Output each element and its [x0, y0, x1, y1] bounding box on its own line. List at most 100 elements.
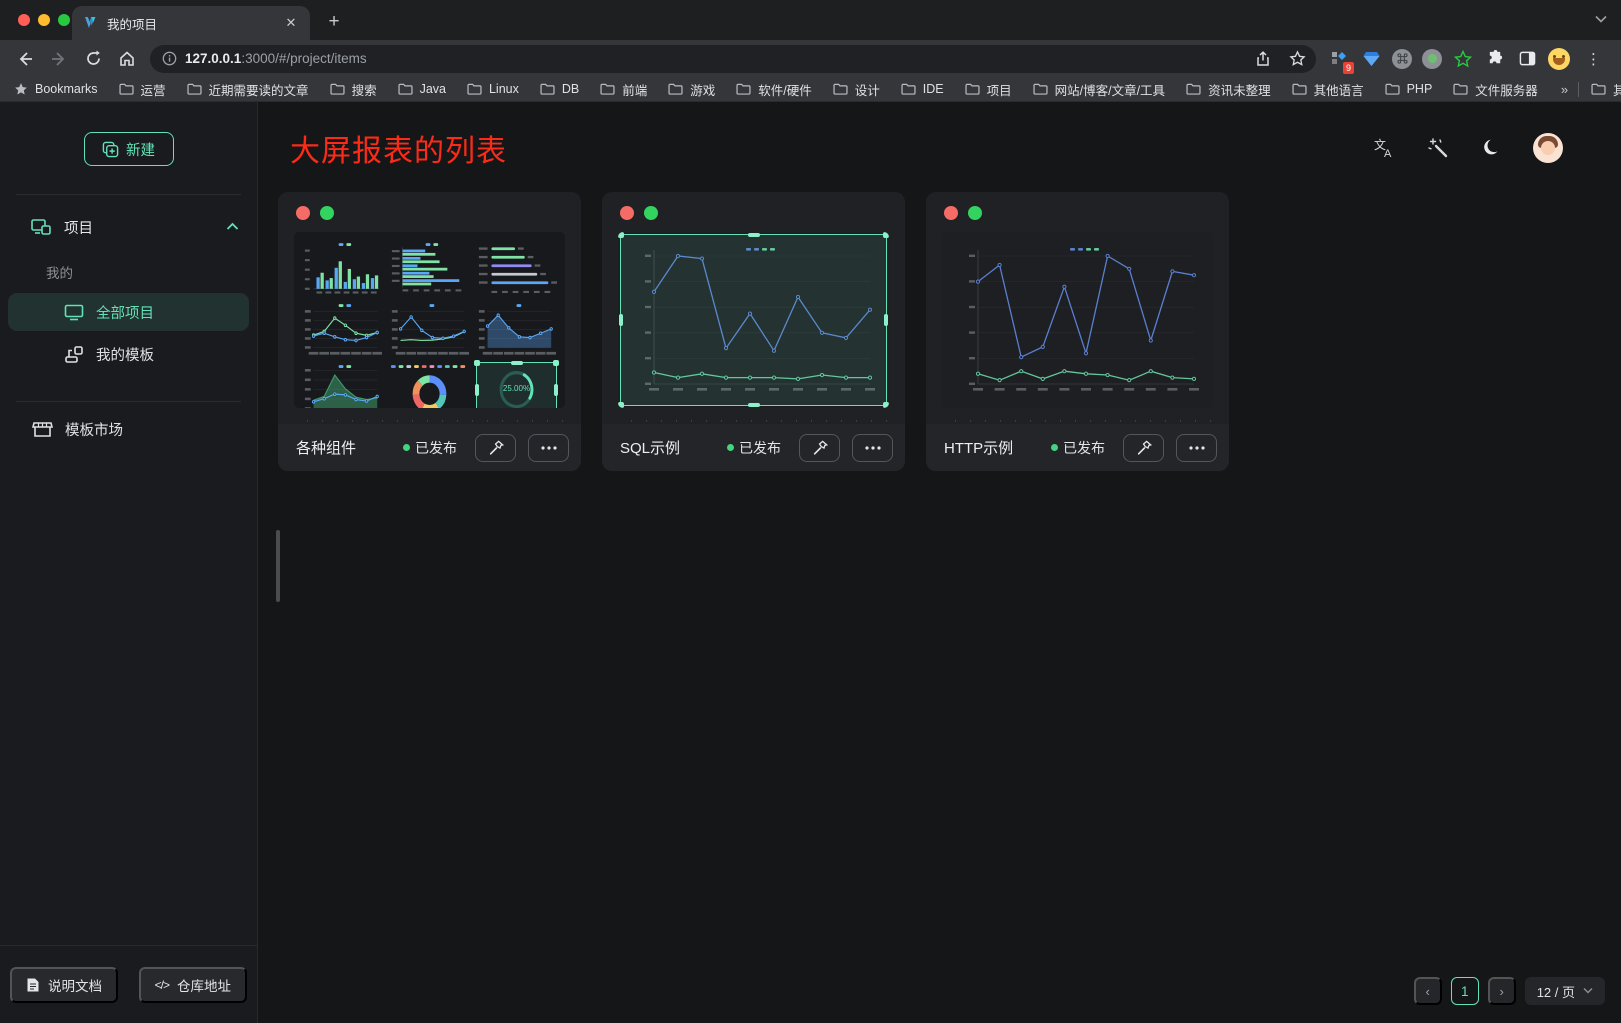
share-icon[interactable]: [1250, 46, 1276, 72]
template-icon: [64, 345, 84, 364]
bookmark-folder-item[interactable]: DB: [540, 82, 579, 96]
selection-box: [476, 362, 557, 408]
window-close-button[interactable]: [18, 14, 30, 26]
dark-mode-moon-icon[interactable]: [1479, 135, 1505, 161]
extension-gem-icon[interactable]: [1360, 48, 1382, 70]
page-size-select[interactable]: 12 / 页: [1525, 977, 1605, 1005]
window-zoom-button[interactable]: [58, 14, 70, 26]
address-bar[interactable]: 127.0.0.1:3000/#/project/items: [150, 45, 1316, 73]
scrollbar-thumb[interactable]: [276, 530, 280, 602]
edit-button[interactable]: [475, 434, 516, 462]
bookmark-label: Java: [420, 82, 446, 96]
chevron-up-icon[interactable]: [226, 219, 239, 235]
project-card[interactable]: SQL示例 已发布: [602, 192, 905, 471]
bookmark-folder-item[interactable]: 文件服务器: [1453, 80, 1538, 99]
sidebar-divider: [16, 194, 241, 195]
bookmark-folder-item[interactable]: 设计: [833, 80, 880, 99]
card-footer: 各种组件 已发布: [278, 424, 581, 471]
red-dot-icon: [944, 206, 958, 220]
url-text[interactable]: 127.0.0.1:3000/#/project/items: [185, 51, 1242, 66]
extension-command-icon[interactable]: [1392, 49, 1412, 69]
bookmark-folder-item[interactable]: PHP: [1385, 82, 1433, 96]
bookmark-folder-item[interactable]: 资讯未整理: [1186, 80, 1271, 99]
mini-chart: [389, 362, 470, 408]
new-tab-button[interactable]: +: [322, 11, 346, 35]
project-thumbnail-sql[interactable]: [618, 232, 889, 408]
bookmark-folder-item[interactable]: 软件/硬件: [736, 80, 811, 99]
hammer-icon: [812, 440, 828, 456]
new-project-button[interactable]: 新建: [84, 132, 174, 166]
more-button[interactable]: [528, 434, 569, 462]
tab-search-chevron-icon[interactable]: [1595, 12, 1607, 26]
folder-icon: [668, 83, 683, 95]
current-page-button[interactable]: 1: [1451, 977, 1479, 1005]
more-button[interactable]: [852, 434, 893, 462]
magic-wand-icon[interactable]: [1425, 135, 1451, 161]
bookmarks-overflow-chevron[interactable]: »: [1561, 82, 1568, 97]
sidebar-section-projects[interactable]: 项目: [0, 199, 257, 255]
profile-avatar-icon[interactable]: [1548, 48, 1570, 70]
bookmark-item-bookmarks[interactable]: Bookmarks: [14, 82, 98, 96]
folder-icon: [467, 83, 482, 95]
docs-button[interactable]: 说明文档: [10, 967, 118, 1003]
project-thumbnail-http[interactable]: [942, 232, 1213, 408]
bookmark-folder-item[interactable]: 网站/博客/文章/工具: [1033, 80, 1165, 99]
home-button[interactable]: [113, 45, 141, 73]
tab-close-icon[interactable]: ✕: [282, 14, 300, 32]
browser-toolbar: 127.0.0.1:3000/#/project/items 9: [0, 40, 1621, 77]
side-panel-icon[interactable]: [1516, 48, 1538, 70]
bookmark-folder-item[interactable]: 前端: [600, 80, 647, 99]
project-name: SQL示例: [620, 437, 717, 458]
reload-button[interactable]: [79, 45, 107, 73]
language-icon[interactable]: 文 A: [1371, 135, 1397, 161]
bookmark-label: 网站/博客/文章/工具: [1055, 80, 1165, 99]
folder-icon: [1591, 83, 1606, 95]
window-minimize-button[interactable]: [38, 14, 50, 26]
user-avatar[interactable]: [1533, 133, 1563, 163]
bookmark-folder-item[interactable]: 运营: [119, 80, 166, 99]
extension-tabs-icon[interactable]: 9: [1328, 48, 1350, 70]
ellipsis-icon: [541, 446, 557, 450]
browser-tab-active[interactable]: 我的项目 ✕: [72, 6, 310, 40]
bookmark-folder-item[interactable]: 项目: [965, 80, 1012, 99]
bookmark-folder-item[interactable]: 游戏: [668, 80, 715, 99]
sidebar-item-all-projects[interactable]: 全部项目: [8, 293, 249, 331]
other-bookmarks-folder[interactable]: 其他书签: [1591, 80, 1621, 99]
bookmark-folder-item[interactable]: 近期需要读的文章: [187, 80, 309, 99]
next-page-button[interactable]: ›: [1488, 977, 1516, 1005]
status-label: 已发布: [739, 438, 781, 458]
bookmark-folder-item[interactable]: Linux: [467, 82, 519, 96]
sidebar-item-my-templates[interactable]: 我的模板: [8, 335, 249, 373]
bookmark-label: IDE: [923, 82, 944, 96]
bookmark-folder-item[interactable]: 其他语言: [1292, 80, 1364, 99]
edit-button[interactable]: [1123, 434, 1164, 462]
extensions-puzzle-icon[interactable]: [1484, 48, 1506, 70]
bookmark-label: 项目: [987, 80, 1012, 99]
folder-icon: [398, 83, 413, 95]
folder-icon: [1186, 83, 1201, 95]
repo-button[interactable]: </> 仓库地址: [139, 967, 247, 1003]
url-host: 127.0.0.1: [185, 51, 241, 66]
bookmark-folder-item[interactable]: 搜索: [330, 80, 377, 99]
sidebar-item-template-market[interactable]: 模板市场: [8, 410, 249, 448]
back-button[interactable]: [11, 45, 39, 73]
edit-button[interactable]: [799, 434, 840, 462]
project-thumbnail-components[interactable]: 25.00%: [294, 232, 565, 408]
hammer-icon: [488, 440, 504, 456]
sidebar-item-label: 全部项目: [96, 302, 154, 323]
forward-button[interactable]: [45, 45, 73, 73]
bookmark-folder-item[interactable]: IDE: [901, 82, 944, 96]
project-card[interactable]: HTTP示例 已发布: [926, 192, 1229, 471]
site-info-icon[interactable]: [162, 51, 177, 66]
footer-button-label: 说明文档: [48, 975, 102, 995]
more-button[interactable]: [1176, 434, 1217, 462]
bookmark-star-icon[interactable]: [1284, 46, 1310, 72]
extension-recorder-icon[interactable]: [1422, 49, 1442, 69]
project-card[interactable]: 25.00% 各种组件 已发布: [278, 192, 581, 471]
prev-page-button[interactable]: ‹: [1414, 977, 1442, 1005]
dotted-divider: [944, 418, 1211, 422]
bookmark-folder-item[interactable]: Java: [398, 82, 446, 96]
card-footer: HTTP示例 已发布: [926, 424, 1229, 471]
extension-star-icon[interactable]: [1452, 48, 1474, 70]
browser-menu-icon[interactable]: ⋮: [1580, 50, 1607, 68]
